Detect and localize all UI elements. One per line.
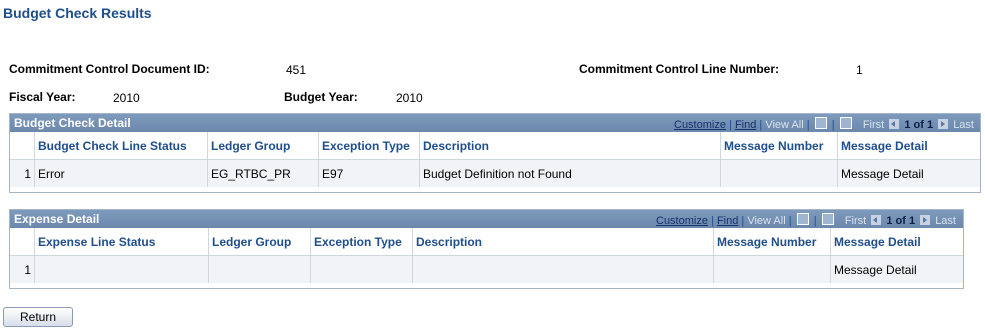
- message-number-cell: [720, 159, 838, 187]
- column-header: Message Detail: [830, 228, 963, 256]
- budget-check-detail-grid: Budget Check Detail Customize | Find | V…: [9, 113, 981, 193]
- new-window-icon[interactable]: [814, 117, 827, 129]
- table-row: 1 Error EG_RTBC_PR E97 Budget Definition…: [10, 159, 980, 187]
- budget-year-value: 2010: [396, 91, 423, 105]
- description-cell: [412, 255, 714, 283]
- separator: |: [831, 119, 835, 131]
- line-number-label: Commitment Control Line Number:: [579, 62, 779, 76]
- grid-header: Budget Check Detail Customize | Find | V…: [10, 114, 980, 132]
- next-icon: [938, 119, 949, 129]
- next-icon: [920, 215, 931, 225]
- find-link[interactable]: Find: [717, 215, 738, 227]
- return-button[interactable]: Return: [3, 307, 73, 327]
- row-number: 1: [10, 159, 35, 187]
- previous-icon: [871, 215, 882, 225]
- expense-detail-grid: Expense Detail Customize | Find | View A…: [9, 209, 964, 289]
- last-link: Last: [935, 215, 956, 227]
- grid-navigation: Customize | Find | View All | | First 1 …: [674, 117, 974, 131]
- exception-type-cell: [310, 255, 413, 283]
- first-link: First: [862, 119, 885, 131]
- column-header: Ledger Group: [207, 132, 319, 160]
- last-link: Last: [953, 119, 974, 131]
- column-header: Message Number: [720, 132, 838, 160]
- table-header-row: Budget Check Line Status Ledger Group Ex…: [10, 132, 980, 160]
- exception-type-cell: E97: [318, 159, 420, 187]
- view-all-link: View All: [747, 215, 786, 227]
- download-grid-icon[interactable]: [839, 117, 852, 129]
- fiscal-year-value: 2010: [113, 91, 140, 105]
- fiscal-year-label: Fiscal Year:: [9, 90, 76, 104]
- grid-title: Expense Detail: [14, 212, 100, 226]
- column-header: Message Number: [713, 228, 831, 256]
- ledger-group-cell: [208, 255, 311, 283]
- row-number-header: [10, 228, 35, 256]
- separator: |: [759, 119, 763, 131]
- grid-navigation: Customize | Find | View All | | First 1 …: [656, 213, 956, 227]
- ledger-group-cell: EG_RTBC_PR: [207, 159, 319, 187]
- customize-link[interactable]: Customize: [674, 119, 726, 131]
- table-row: 1 Message Detail: [10, 255, 963, 283]
- grid-header: Expense Detail Customize | Find | View A…: [10, 210, 963, 228]
- status-cell: [34, 255, 209, 283]
- new-window-icon[interactable]: [796, 213, 809, 225]
- download-grid-icon[interactable]: [821, 213, 834, 225]
- table-header-row: Expense Line Status Ledger Group Excepti…: [10, 228, 963, 256]
- row-number: 1: [10, 255, 35, 283]
- row-counter: 1 of 1: [886, 215, 916, 227]
- expense-detail-table: Expense Line Status Ledger Group Excepti…: [10, 228, 963, 283]
- view-all-link: View All: [765, 119, 804, 131]
- message-detail-link[interactable]: Message Detail: [837, 159, 980, 187]
- document-id-value: 451: [286, 63, 307, 77]
- status-cell: Error: [34, 159, 208, 187]
- row-counter: 1 of 1: [904, 119, 934, 131]
- column-header: Expense Line Status: [34, 228, 209, 256]
- column-header: Description: [419, 132, 721, 160]
- separator: |: [741, 215, 745, 227]
- budget-year-label: Budget Year:: [284, 90, 358, 104]
- row-number-header: [10, 132, 35, 160]
- line-number-value: 1: [856, 63, 863, 77]
- column-header: Budget Check Line Status: [34, 132, 208, 160]
- separator: |: [729, 119, 732, 131]
- page-title: Budget Check Results: [3, 5, 152, 21]
- find-link[interactable]: Find: [735, 119, 756, 131]
- separator: |: [813, 215, 817, 227]
- column-header: Description: [412, 228, 714, 256]
- previous-icon: [889, 119, 900, 129]
- budget-check-table: Budget Check Line Status Ledger Group Ex…: [10, 132, 980, 187]
- description-cell: Budget Definition not Found: [419, 159, 721, 187]
- column-header: Ledger Group: [208, 228, 311, 256]
- column-header: Exception Type: [318, 132, 420, 160]
- customize-link[interactable]: Customize: [656, 215, 708, 227]
- first-link: First: [844, 215, 867, 227]
- message-number-cell: [713, 255, 831, 283]
- column-header: Message Detail: [837, 132, 980, 160]
- column-header: Exception Type: [310, 228, 413, 256]
- separator: |: [711, 215, 714, 227]
- message-detail-link[interactable]: Message Detail: [830, 255, 963, 283]
- document-id-label: Commitment Control Document ID:: [9, 62, 210, 76]
- separator: |: [788, 215, 792, 227]
- grid-title: Budget Check Detail: [14, 116, 131, 130]
- separator: |: [806, 119, 810, 131]
